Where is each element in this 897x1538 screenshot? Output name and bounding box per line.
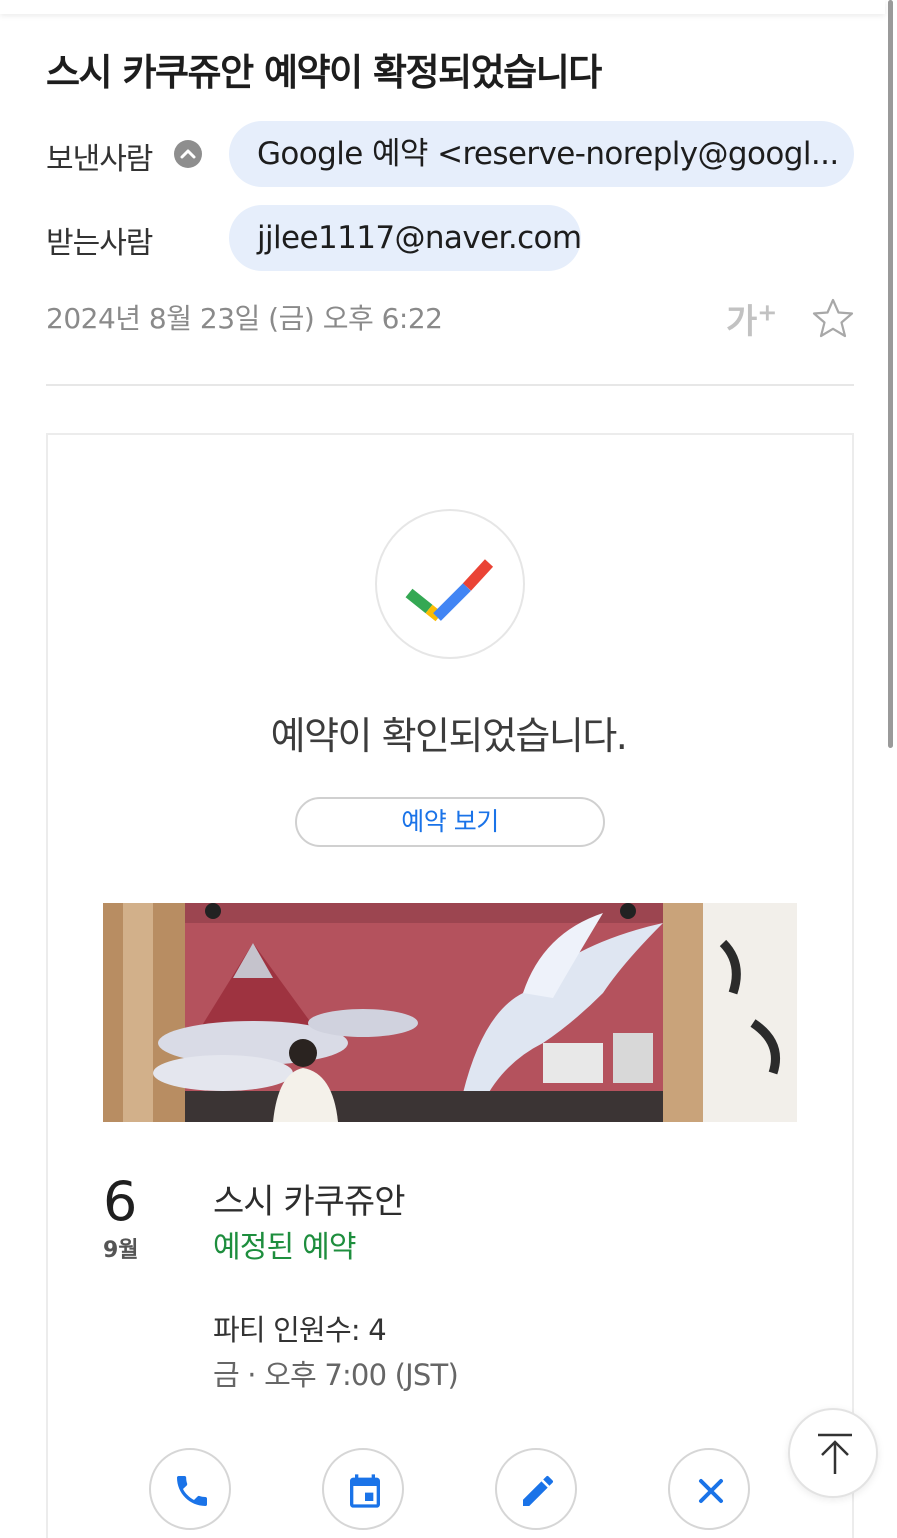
recipient-chip[interactable]: jjlee1117@naver.com [229,205,581,271]
recipient-label: 받는사람 [46,226,153,261]
scrollbar[interactable] [888,0,893,748]
confirmation-heading: 예약이 확인되었습니다. [270,714,628,758]
email-subject: 스시 카쿠쥬안 예약이 확정되었습니다 [46,51,602,94]
cancel-reservation-button[interactable] [668,1448,750,1530]
restaurant-photo [103,903,797,1122]
party-size: 파티 인원수: 4 [213,1313,387,1347]
font-size-plus: + [757,298,778,327]
arrow-up-icon [818,1433,852,1474]
chevron-up-icon[interactable] [174,140,202,168]
sender-chip[interactable]: Google 예약 <reserve-noreply@googl... [229,121,854,187]
font-size-label: 가 [726,302,758,342]
google-check-badge [375,509,525,659]
restaurant-name: 스시 카쿠쥬안 [213,1182,405,1222]
font-size-button[interactable]: 가+ [726,294,777,343]
add-to-calendar-button[interactable] [322,1448,404,1530]
reservation-day: 6 [103,1170,138,1233]
reservation-month: 9월 [103,1238,139,1263]
phone-icon [177,1476,207,1506]
scroll-to-top-button[interactable] [788,1408,878,1498]
close-icon [699,1479,723,1503]
google-check-icon [405,559,494,622]
edit-icon [523,1475,553,1506]
reservation-status: 예정된 예약 [213,1230,357,1265]
top-bar [0,0,885,14]
calendar-icon [350,1474,380,1508]
star-icon[interactable] [811,297,855,339]
view-reservation-button[interactable]: 예약 보기 [295,797,605,847]
call-button[interactable] [149,1448,231,1530]
reservation-time: 금 · 오후 7:00 (JST) [213,1358,459,1392]
email-date: 2024년 8월 23일 (금) 오후 6:22 [46,302,443,335]
sender-label: 보낸사람 [46,142,153,177]
divider [46,384,854,386]
edit-reservation-button[interactable] [495,1448,577,1530]
